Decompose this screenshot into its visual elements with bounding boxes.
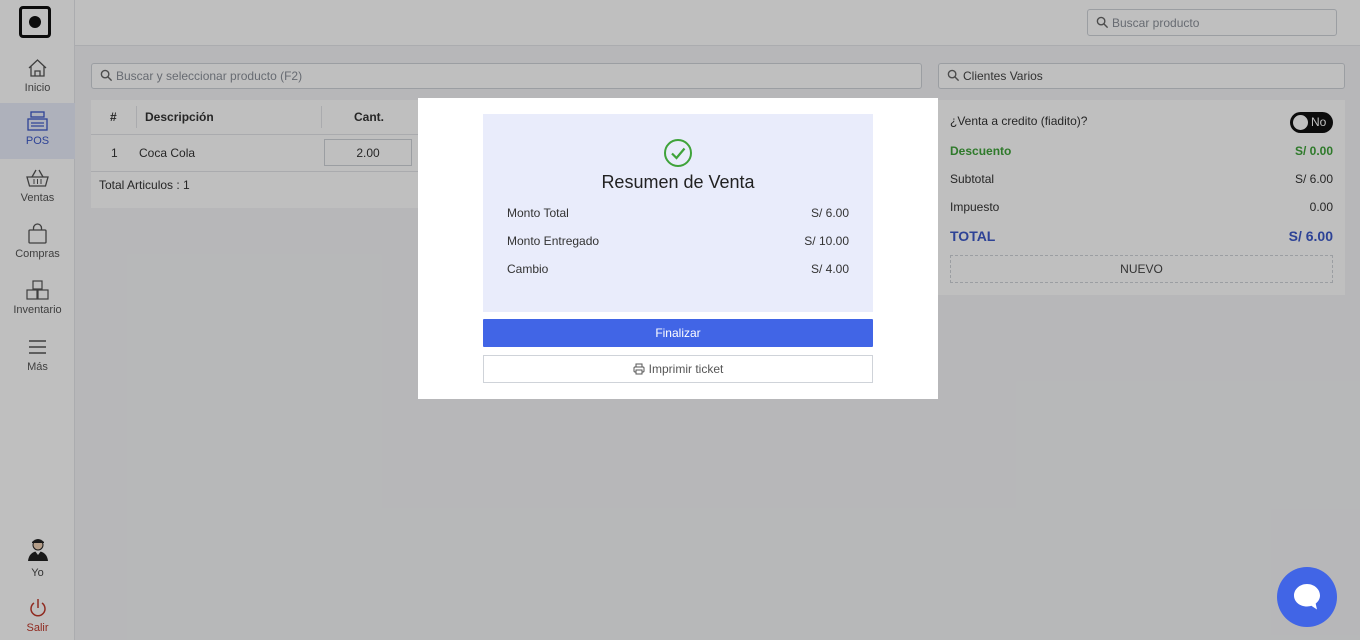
printer-icon bbox=[633, 363, 645, 375]
receipt-value: S/ 10.00 bbox=[804, 234, 849, 248]
receipt-label: Monto Entregado bbox=[507, 234, 600, 248]
receipt: Resumen de Venta Monto Total S/ 6.00 Mon… bbox=[483, 114, 873, 312]
receipt-label: Cambio bbox=[507, 262, 549, 276]
print-ticket-button[interactable]: Imprimir ticket bbox=[483, 355, 873, 383]
finalize-button[interactable]: Finalizar bbox=[483, 319, 873, 347]
receipt-label: Monto Total bbox=[507, 206, 569, 220]
check-circle-icon bbox=[664, 139, 692, 167]
receipt-value: S/ 6.00 bbox=[810, 206, 849, 220]
modal-title: Resumen de Venta bbox=[601, 172, 755, 192]
receipt-row-change: Cambio S/ 4.00 bbox=[507, 262, 849, 280]
receipt-row-paid: Monto Entregado S/ 10.00 bbox=[507, 234, 849, 252]
receipt-row-total: Monto Total S/ 6.00 bbox=[507, 206, 849, 224]
chat-bubble-icon bbox=[1294, 584, 1320, 610]
receipt-value: S/ 4.00 bbox=[810, 262, 849, 276]
chat-widget-button[interactable] bbox=[1277, 567, 1337, 627]
receipt-zigzag-edge bbox=[483, 302, 873, 311]
print-ticket-label: Imprimir ticket bbox=[648, 362, 724, 376]
sale-summary-modal: Resumen de Venta Monto Total S/ 6.00 Mon… bbox=[418, 98, 938, 399]
